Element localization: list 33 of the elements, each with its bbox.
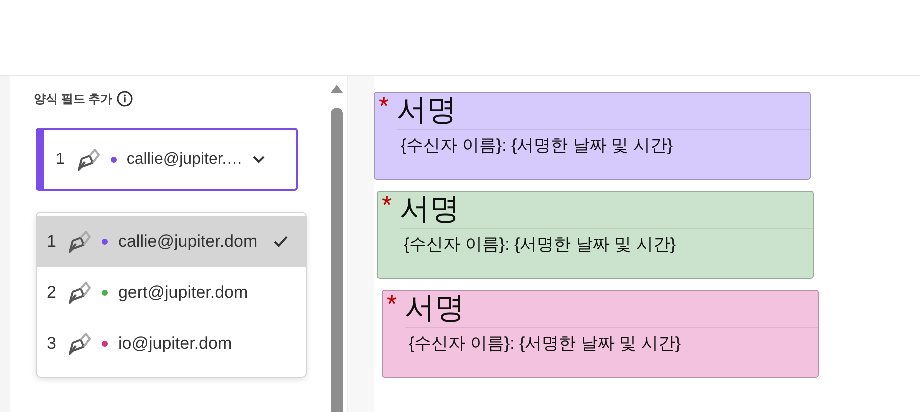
option-email: gert@jupiter.dom: [118, 282, 248, 304]
signature-caption: {수신자 이름}: {서명한 날짜 및 시간}: [400, 228, 813, 258]
required-asterisk: *: [382, 192, 392, 210]
signature-label: 서명: [405, 291, 466, 327]
dropdown-option[interactable]: 1 callie@jupiter.dom: [37, 216, 306, 267]
recipient-select[interactable]: 1 callie@jupiter.…: [36, 128, 298, 191]
signature-field[interactable]: * 서명 {수신자 이름}: {서명한 날짜 및 시간}: [382, 290, 819, 378]
signature-field[interactable]: * 서명 {수신자 이름}: {서명한 날짜 및 시간}: [377, 191, 814, 279]
pen-icon: [66, 330, 92, 356]
required-asterisk: *: [379, 93, 390, 111]
signature-label: 서명: [397, 93, 458, 129]
option-number: 2: [47, 282, 56, 304]
pen-icon: [66, 228, 92, 254]
signature-field[interactable]: * 서명 {수신자 이름}: {서명한 날짜 및 시간}: [374, 92, 811, 180]
signature-caption: {수신자 이름}: {서명한 날짜 및 시간}: [397, 129, 810, 158]
recipient-number: 1: [56, 150, 65, 170]
dropdown-option[interactable]: 2 gert@jupiter.dom: [37, 267, 306, 318]
panel-title: 양식 필드 추가: [34, 91, 113, 108]
signature-label: 서명: [400, 192, 460, 228]
pen-icon: [66, 280, 92, 306]
required-asterisk: *: [387, 291, 398, 309]
recipient-email: callie@jupiter.…: [126, 150, 243, 170]
scrollbar-thumb[interactable]: [331, 108, 343, 412]
option-email: io@jupiter.dom: [118, 332, 232, 355]
info-icon[interactable]: [116, 91, 133, 107]
option-number: 1: [47, 230, 56, 253]
chevron-down-icon: [252, 156, 265, 164]
option-email: callie@jupiter.dom: [118, 230, 258, 253]
check-icon: [274, 236, 288, 248]
option-number: 3: [47, 332, 56, 355]
scroll-up-icon[interactable]: [331, 84, 343, 93]
dropdown-option[interactable]: 3 io@jupiter.dom: [37, 318, 306, 369]
signature-caption: {수신자 이름}: {서명한 날짜 및 시간}: [405, 327, 818, 356]
